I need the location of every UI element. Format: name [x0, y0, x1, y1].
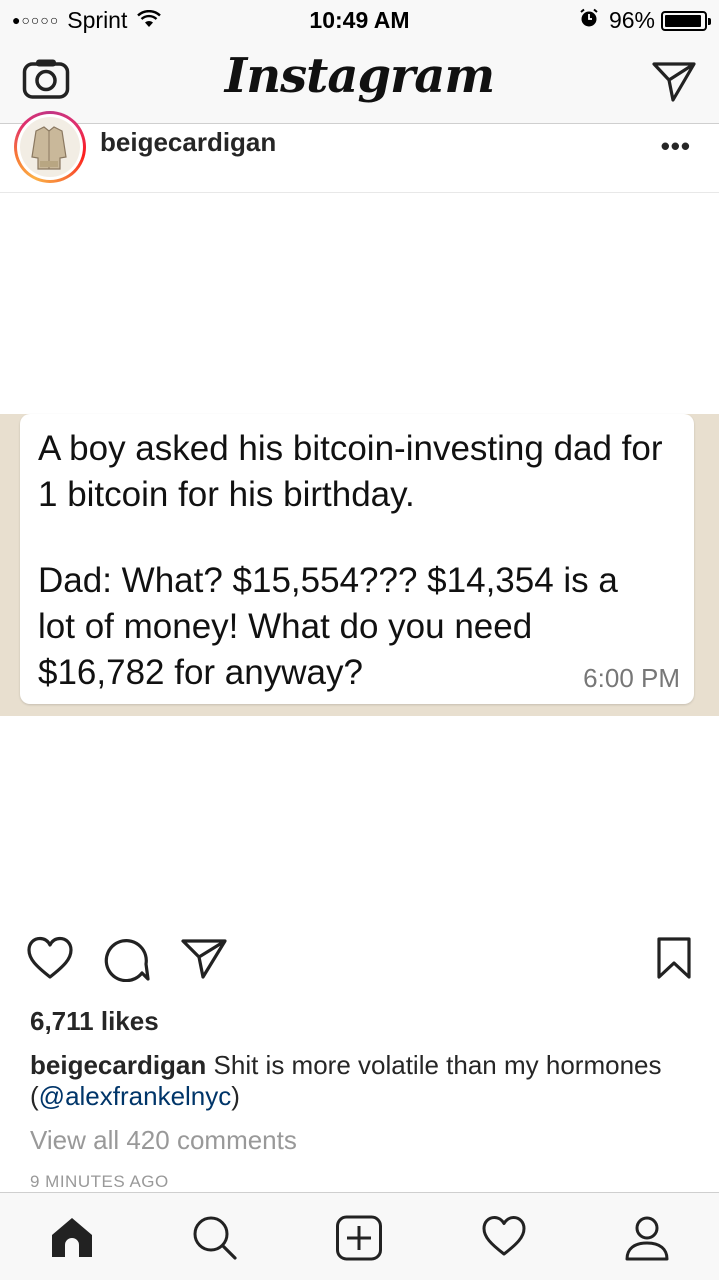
- comment-icon[interactable]: [104, 936, 150, 987]
- battery-percent: 96%: [608, 7, 655, 33]
- heart-icon[interactable]: [26, 936, 74, 985]
- share-icon[interactable]: [180, 936, 228, 985]
- message-time: 6:00 PM: [583, 663, 680, 693]
- alarm-icon: [579, 7, 599, 34]
- post-caption: beigecardigan Shit is more volatile than…: [30, 1050, 670, 1112]
- post-actions: [0, 936, 719, 986]
- post-image[interactable]: A boy asked his bitcoin-investing dad fo…: [0, 194, 719, 930]
- status-bar: ●○○○○ Sprint 10:49 AM 96%: [0, 0, 719, 40]
- battery-level: [665, 14, 702, 27]
- instagram-logo: Instagram: [224, 48, 495, 104]
- cardigan-avatar-image: [20, 117, 80, 177]
- avatar[interactable]: [14, 111, 86, 183]
- chat-message-bubble: A boy asked his bitcoin-investing dad fo…: [20, 414, 694, 704]
- caption-mention[interactable]: @alexfrankelnyc: [39, 1081, 232, 1111]
- post-header: beigecardigan •••: [0, 111, 719, 193]
- bookmark-icon[interactable]: [656, 936, 692, 985]
- profile-icon[interactable]: [624, 1215, 670, 1266]
- bottom-tab-bar: [0, 1192, 719, 1280]
- direct-message-icon[interactable]: [651, 60, 697, 107]
- top-navigation: Instagram: [0, 40, 719, 124]
- home-icon[interactable]: [50, 1215, 94, 1264]
- add-post-icon[interactable]: [335, 1215, 383, 1266]
- view-all-comments-link[interactable]: View all 420 comments: [30, 1125, 297, 1156]
- likes-count[interactable]: 6,711 likes: [30, 1006, 159, 1037]
- status-right: 96%: [579, 7, 711, 34]
- battery-icon: [661, 10, 711, 31]
- search-icon[interactable]: [192, 1215, 238, 1266]
- caption-text-end: ): [231, 1081, 240, 1111]
- message-paragraph-2: Dad: What? $15,554??? $14,354 is a lot o…: [38, 561, 618, 692]
- caption-username[interactable]: beigecardigan: [30, 1050, 206, 1080]
- post-time-ago: 9 MINUTES AGO: [30, 1172, 169, 1191]
- message-paragraph-1: A boy asked his bitcoin-investing dad fo…: [38, 429, 663, 514]
- post-username[interactable]: beigecardigan: [100, 127, 276, 158]
- more-options-button[interactable]: •••: [661, 131, 691, 162]
- activity-icon[interactable]: [481, 1215, 527, 1262]
